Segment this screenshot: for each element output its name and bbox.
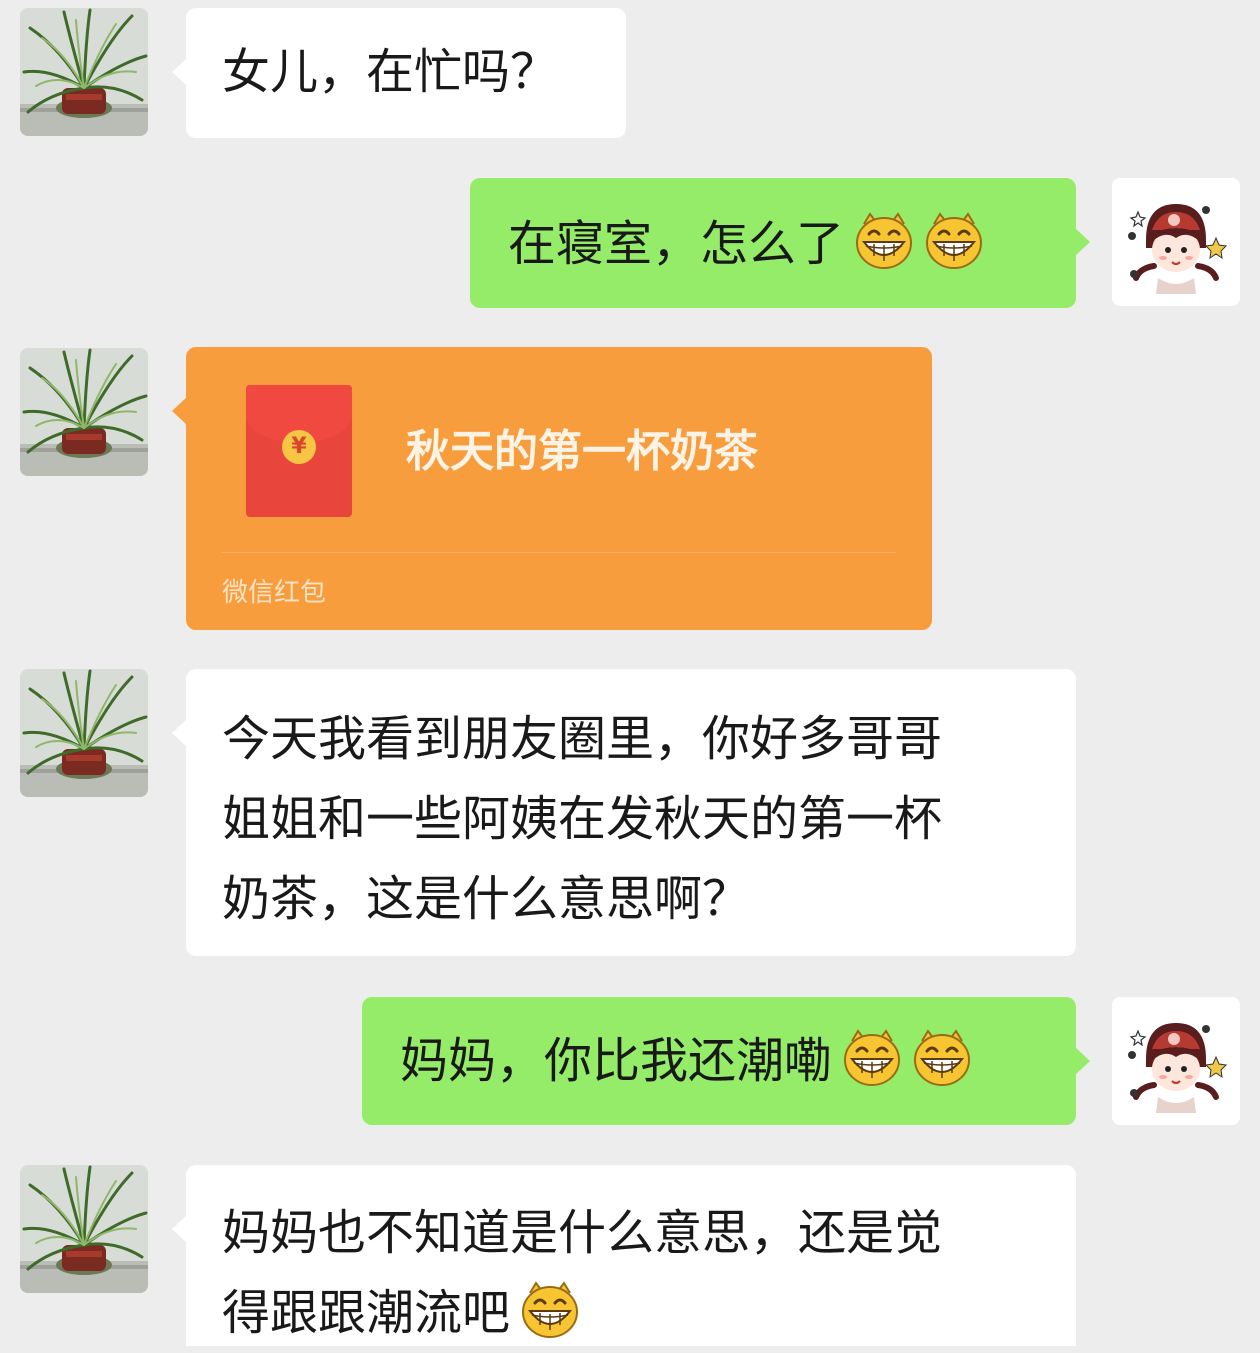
message-line: 妈妈也不知道是什么意思，还是觉 bbox=[222, 1205, 943, 1261]
mom-avatar[interactable] bbox=[20, 1165, 148, 1293]
grin-emoji-icon bbox=[924, 210, 984, 270]
mom-avatar[interactable] bbox=[20, 348, 148, 476]
mom-avatar[interactable] bbox=[20, 669, 148, 797]
message-text: 女儿，在忙吗？ bbox=[222, 44, 559, 100]
message-text: 在寝室，怎么了 bbox=[508, 216, 845, 272]
grin-emoji-icon bbox=[520, 1279, 580, 1339]
message-line: 今天我看到朋友圈里，你好多哥哥 bbox=[222, 711, 943, 767]
chat-window: 女儿，在忙吗？ 在寝室，怎么了 ¥ 秋天的第一杯奶茶 微信红包 今天我看到朋友圈… bbox=[0, 0, 1260, 1346]
message-line: 姐姐和一些阿姨在发秋天的第一杯 bbox=[222, 791, 943, 847]
plant-avatar-image bbox=[20, 348, 148, 476]
red-envelope-icon: ¥ bbox=[246, 385, 352, 517]
red-packet-message[interactable]: ¥ 秋天的第一杯奶茶 微信红包 bbox=[172, 347, 932, 630]
grin-emoji-icon bbox=[854, 210, 914, 270]
mom-avatar[interactable] bbox=[20, 8, 148, 136]
plant-avatar-image bbox=[20, 8, 148, 136]
grin-emoji-icon bbox=[842, 1027, 902, 1087]
red-packet-title: 秋天的第一杯奶茶 bbox=[406, 426, 758, 477]
red-packet-footer: 微信红包 bbox=[222, 578, 327, 608]
coin-icon: ¥ bbox=[282, 430, 316, 464]
message-bubble-incoming[interactable]: 女儿，在忙吗？ bbox=[172, 8, 626, 138]
message-bubble-incoming[interactable]: 今天我看到朋友圈里，你好多哥哥 姐姐和一些阿姨在发秋天的第一杯 奶茶，这是什么意… bbox=[172, 669, 1076, 956]
plant-avatar-image bbox=[20, 669, 148, 797]
message-bubble-outgoing[interactable]: 在寝室，怎么了 bbox=[470, 178, 1090, 308]
cartoon-girl-avatar-image bbox=[1112, 178, 1240, 306]
red-packet-divider bbox=[222, 552, 896, 553]
cartoon-girl-avatar-image bbox=[1112, 997, 1240, 1125]
message-text: 妈妈，你比我还潮嘞 bbox=[400, 1033, 833, 1089]
message-line: 得跟跟潮流吧 bbox=[222, 1285, 511, 1341]
plant-avatar-image bbox=[20, 1165, 148, 1293]
message-line: 奶茶，这是什么意思啊？ bbox=[222, 871, 751, 927]
grin-emoji-icon bbox=[912, 1027, 972, 1087]
daughter-avatar[interactable] bbox=[1112, 178, 1240, 306]
message-bubble-outgoing[interactable]: 妈妈，你比我还潮嘞 bbox=[362, 997, 1090, 1125]
daughter-avatar[interactable] bbox=[1112, 997, 1240, 1125]
message-bubble-incoming[interactable]: 妈妈也不知道是什么意思，还是觉 得跟跟潮流吧 bbox=[172, 1165, 1076, 1346]
